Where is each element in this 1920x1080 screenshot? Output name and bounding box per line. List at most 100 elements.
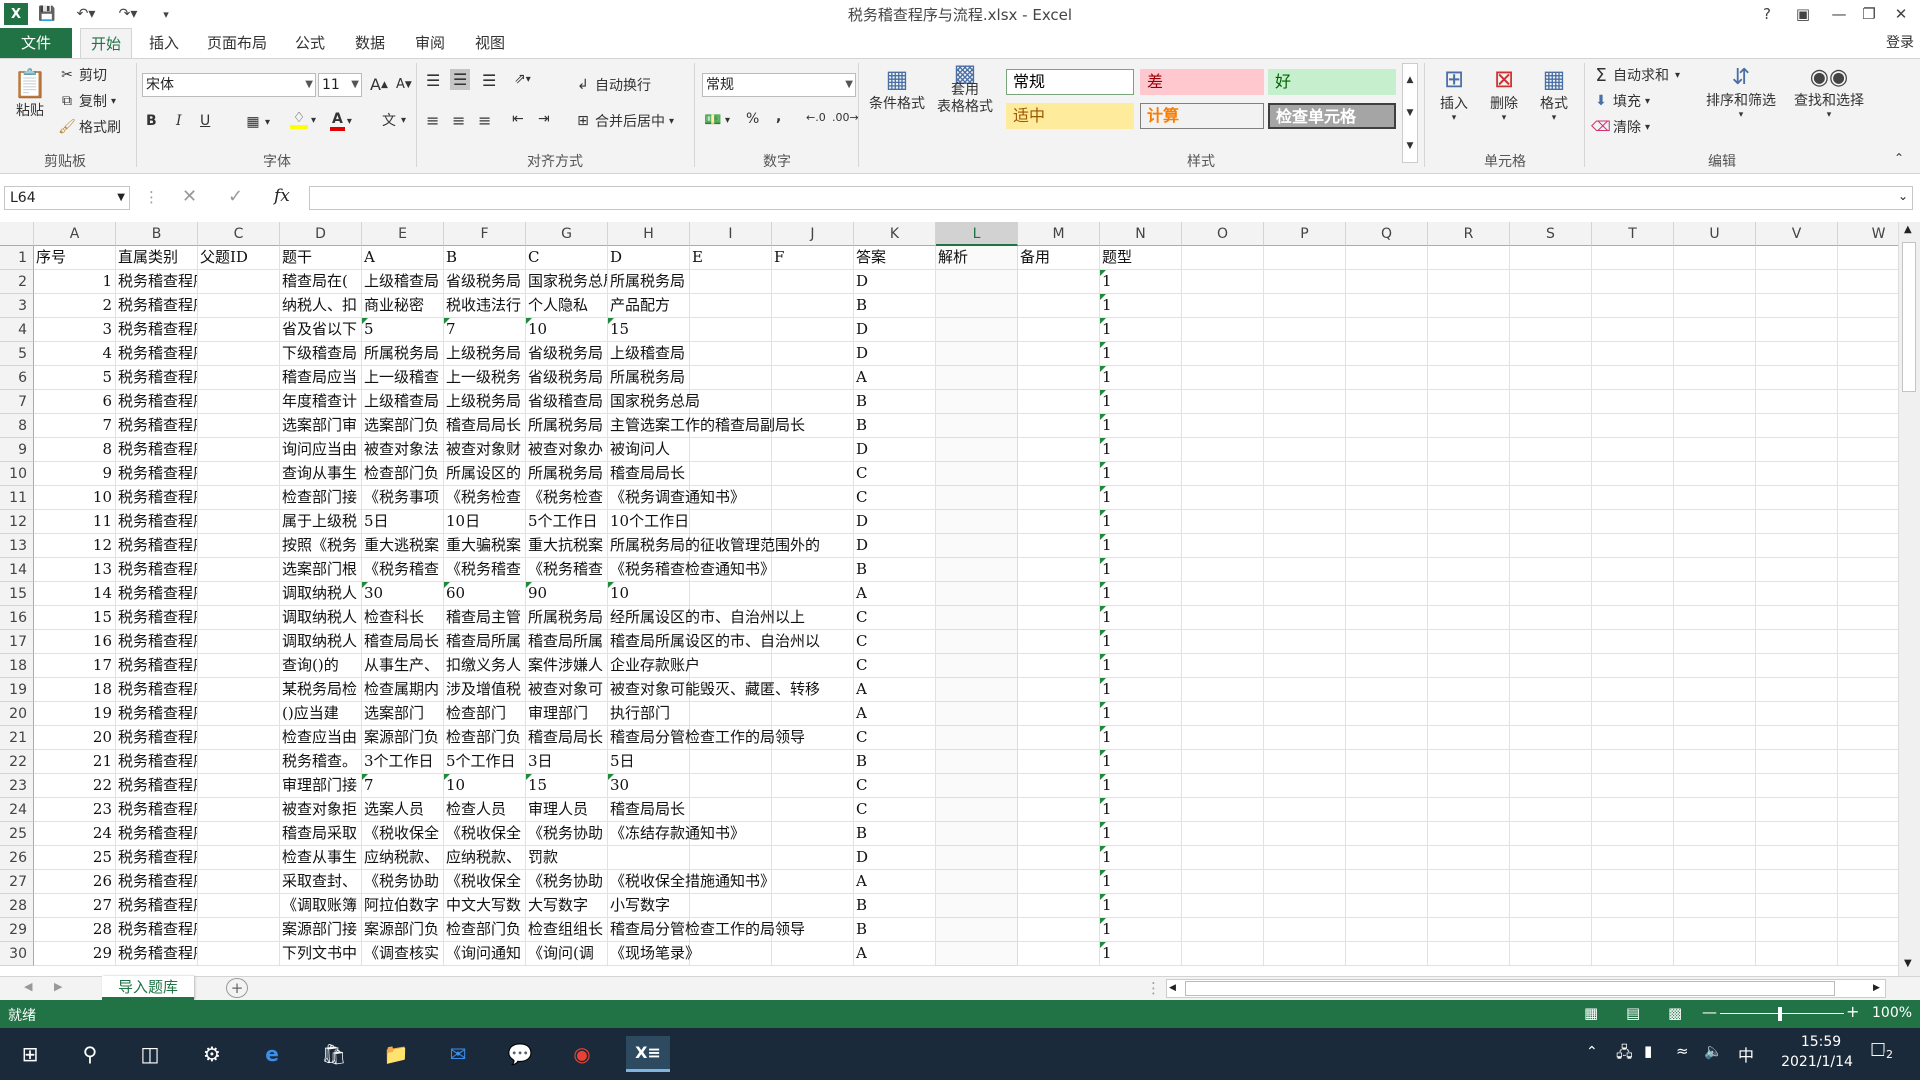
cell[interactable]: 稽查局所属 [444, 630, 526, 654]
cell[interactable] [1018, 822, 1100, 846]
cell[interactable] [1018, 894, 1100, 918]
cell[interactable] [1838, 894, 1898, 918]
cell[interactable]: A [854, 870, 936, 894]
cell[interactable] [1756, 606, 1838, 630]
column-header-V[interactable]: V [1756, 222, 1838, 246]
cell[interactable] [1592, 366, 1674, 390]
cell[interactable]: 12 [34, 534, 116, 558]
cell[interactable] [1838, 486, 1898, 510]
cell[interactable]: D [854, 510, 936, 534]
cell[interactable] [1756, 702, 1838, 726]
cell[interactable] [1592, 414, 1674, 438]
cell[interactable]: 税务稽查程序与流程 [116, 438, 198, 462]
restore-button[interactable]: ❐ [1852, 0, 1886, 28]
network-tray-icon[interactable]: 🖧 [1616, 1042, 1633, 1067]
cell[interactable]: 1 [1100, 942, 1182, 966]
cell[interactable] [1428, 702, 1510, 726]
cell[interactable] [198, 606, 280, 630]
cell[interactable]: 大写数字 [526, 894, 608, 918]
cell[interactable] [1428, 918, 1510, 942]
cell[interactable]: 选案部门 [362, 702, 444, 726]
cell[interactable] [1756, 342, 1838, 366]
row-header[interactable]: 9 [0, 438, 34, 462]
cell[interactable] [1346, 918, 1428, 942]
cell[interactable]: 检查从事生 [280, 846, 362, 870]
decrease-decimal-button[interactable]: .00→ [832, 111, 859, 124]
cell[interactable] [1182, 342, 1264, 366]
scroll-left-icon[interactable]: ◀ [1169, 983, 1176, 993]
cell[interactable] [1674, 294, 1756, 318]
number-format-combo[interactable]: 常规 ▼ [702, 73, 856, 97]
zoom-slider-thumb[interactable] [1778, 1007, 1782, 1021]
zoom-level[interactable]: 100% [1872, 1005, 1912, 1021]
cell[interactable] [1428, 270, 1510, 294]
cell[interactable] [772, 870, 854, 894]
cell[interactable]: 应纳税款、 [362, 846, 444, 870]
cell[interactable]: 9 [34, 462, 116, 486]
cell[interactable]: 查询从事生 [280, 462, 362, 486]
ime-indicator[interactable]: 中 [1738, 1042, 1754, 1066]
cell[interactable]: 税务稽查程序与流程 [116, 534, 198, 558]
cell[interactable] [1428, 870, 1510, 894]
cell[interactable] [772, 390, 854, 414]
cell[interactable] [1674, 366, 1756, 390]
wrap-text-button[interactable]: ↲ 自动换行 [574, 75, 651, 95]
cell[interactable]: 上级税务局 [444, 342, 526, 366]
cell[interactable] [1018, 270, 1100, 294]
collapse-ribbon-icon[interactable]: ⌃ [1894, 151, 1904, 165]
cell[interactable] [1674, 630, 1756, 654]
cell[interactable]: 审理人员 [526, 798, 608, 822]
cell[interactable] [1674, 246, 1756, 270]
cell[interactable] [1592, 270, 1674, 294]
cell[interactable] [936, 846, 1018, 870]
cell[interactable] [198, 534, 280, 558]
cell[interactable]: A [854, 702, 936, 726]
cell[interactable] [1182, 630, 1264, 654]
cell[interactable] [1346, 798, 1428, 822]
cell[interactable]: 《税务检查 [444, 486, 526, 510]
column-header-P[interactable]: P [1264, 222, 1346, 246]
cell[interactable]: 《税收保全 [362, 822, 444, 846]
cell[interactable] [1264, 582, 1346, 606]
cell[interactable]: C [854, 726, 936, 750]
cell[interactable]: 29 [34, 942, 116, 966]
cell-style-2[interactable]: 差 [1140, 69, 1264, 95]
cell[interactable]: D [854, 270, 936, 294]
cell[interactable] [1838, 654, 1898, 678]
shrink-font-button[interactable]: A ▼ [396, 77, 412, 92]
cell[interactable] [1838, 270, 1898, 294]
cell[interactable]: 从事生产、 [362, 654, 444, 678]
cell[interactable] [936, 678, 1018, 702]
cell[interactable]: 直属类别 [116, 246, 198, 270]
cell-style-3[interactable]: 好 [1268, 69, 1396, 95]
cell[interactable] [772, 750, 854, 774]
tab-page-layout[interactable]: 页面布局 [198, 28, 276, 58]
cell[interactable] [1756, 870, 1838, 894]
cell[interactable] [1674, 270, 1756, 294]
cell[interactable]: 重大抗税案 [526, 534, 608, 558]
cell[interactable]: A [854, 678, 936, 702]
cell[interactable] [198, 630, 280, 654]
cell[interactable]: 属于上级税 [280, 510, 362, 534]
cell[interactable]: 3日 [526, 750, 608, 774]
cell[interactable] [1346, 366, 1428, 390]
cell[interactable] [1346, 534, 1428, 558]
cell[interactable]: 被查对象财 [444, 438, 526, 462]
cell[interactable] [1264, 414, 1346, 438]
cell[interactable]: D [854, 342, 936, 366]
clock-time[interactable]: 15:59 [1786, 1034, 1856, 1050]
cell[interactable] [1428, 750, 1510, 774]
cell[interactable] [1346, 582, 1428, 606]
column-header-F[interactable]: F [444, 222, 526, 246]
cell[interactable] [1756, 918, 1838, 942]
cell[interactable] [772, 270, 854, 294]
cell[interactable] [1182, 270, 1264, 294]
wechat-icon[interactable]: 💬 [502, 1036, 538, 1072]
cell[interactable] [1182, 918, 1264, 942]
cell[interactable] [198, 822, 280, 846]
cell[interactable] [1346, 702, 1428, 726]
cell[interactable] [1182, 678, 1264, 702]
clock-date[interactable]: 2021/1/14 [1772, 1054, 1862, 1070]
normal-view-icon[interactable]: ▦ [1584, 1004, 1598, 1022]
cell[interactable] [1592, 342, 1674, 366]
